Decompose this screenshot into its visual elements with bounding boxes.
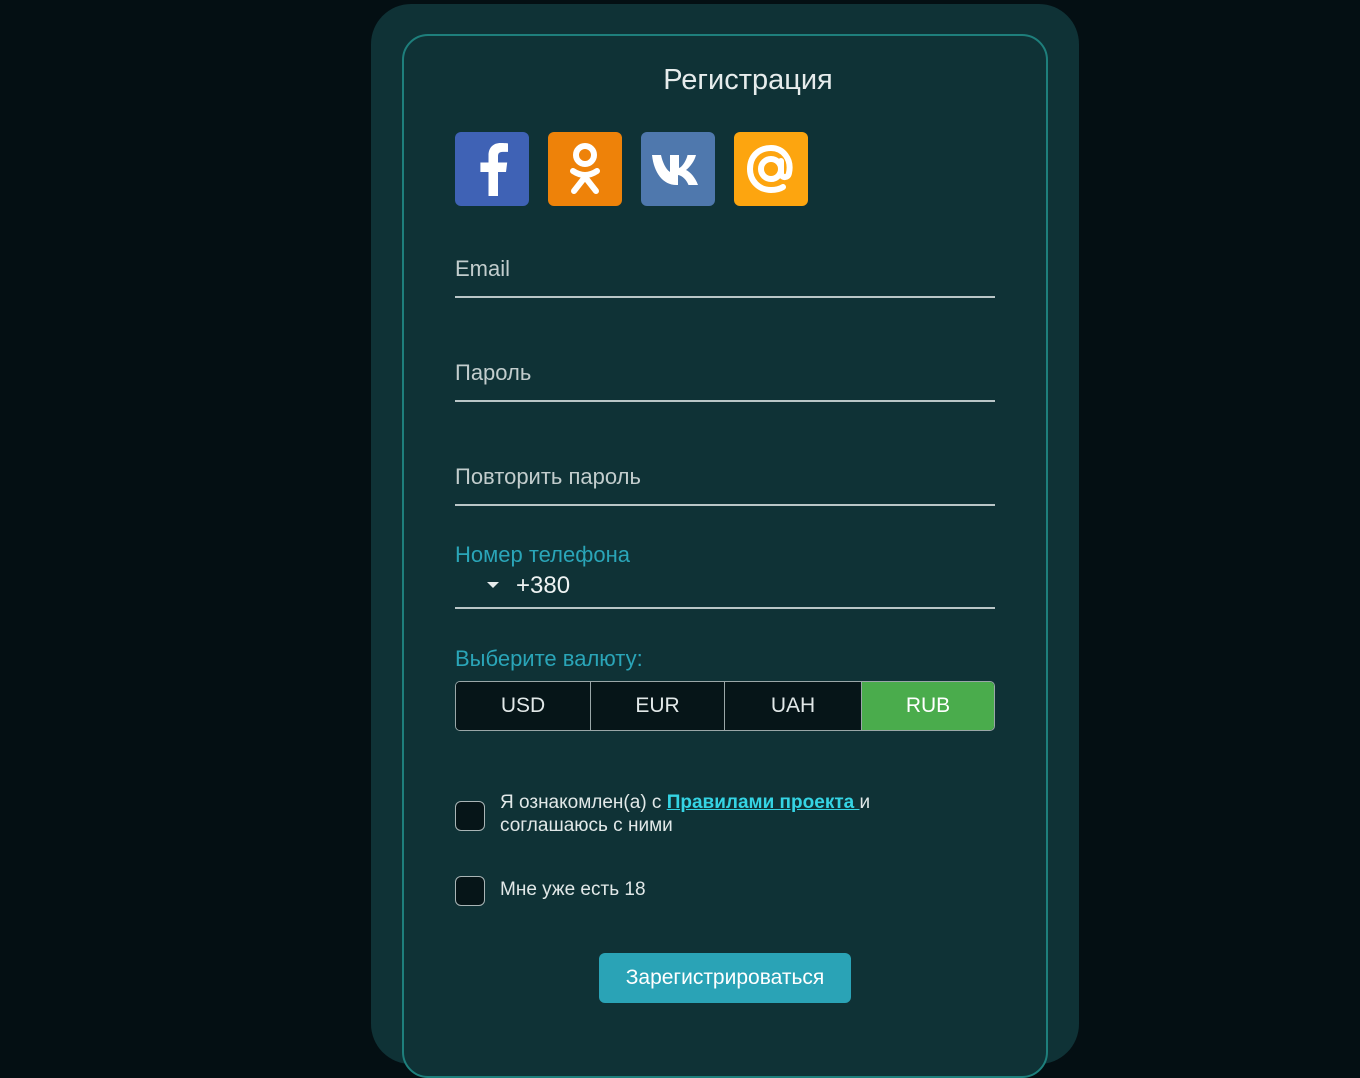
rules-text-before: Я ознакомлен(а) с [500, 792, 667, 813]
repeat-password-label: Повторить пароль [455, 464, 641, 489]
currency-uah-button[interactable]: UAH [725, 682, 862, 730]
email-label: Email [455, 256, 511, 281]
phone-code: +380 [516, 572, 571, 599]
facebook-icon [480, 143, 508, 196]
mail-ru-icon [746, 144, 793, 194]
vk-icon [652, 155, 698, 185]
currency-selector: USD EUR UAH RUB [455, 681, 995, 731]
rules-checkbox[interactable] [455, 801, 485, 831]
odnoklassniki-icon [570, 143, 600, 194]
email-field[interactable]: Email [455, 240, 995, 298]
country-dropdown-icon[interactable] [487, 582, 499, 588]
phone-label: Номер телефона [455, 542, 630, 567]
vk-login-button[interactable] [641, 132, 715, 206]
register-button[interactable]: Зарегистрироваться [599, 953, 851, 1003]
currency-usd-button[interactable]: USD [456, 682, 591, 730]
currency-label: Выберите валюту: [455, 646, 643, 671]
rules-link[interactable]: Правилами проекта [667, 792, 860, 813]
age-consent-text: Мне уже есть 18 [500, 879, 646, 900]
rules-consent-text: Я ознакомлен(а) с Правилами проекта и со… [500, 791, 920, 837]
password-label: Пароль [455, 360, 532, 385]
currency-rub-button[interactable]: RUB [862, 682, 994, 730]
facebook-login-button[interactable] [455, 132, 529, 206]
odnoklassniki-login-button[interactable] [548, 132, 622, 206]
phone-field[interactable]: Номер телефона +380 [455, 540, 995, 609]
currency-eur-button[interactable]: EUR [591, 682, 725, 730]
age-checkbox[interactable] [455, 876, 485, 906]
repeat-password-field[interactable]: Повторить пароль [455, 448, 995, 506]
mail-ru-login-button[interactable] [734, 132, 808, 206]
password-field[interactable]: Пароль [455, 344, 995, 402]
page-title: Регистрация [663, 64, 833, 96]
